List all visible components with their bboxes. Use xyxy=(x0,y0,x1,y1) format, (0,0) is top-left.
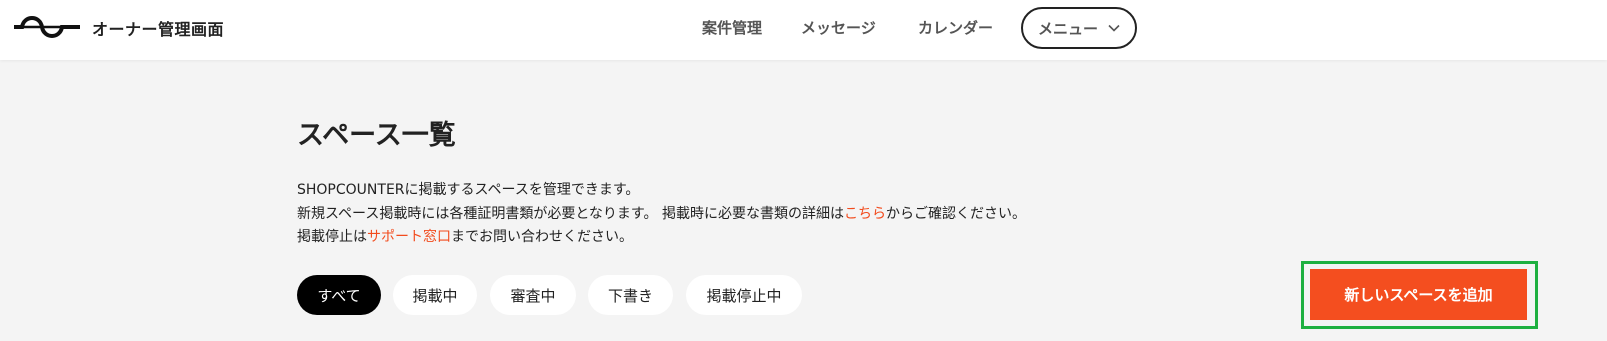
page-title: スペース一覧 xyxy=(297,120,456,151)
chevron-down-icon xyxy=(1108,24,1120,32)
brand-title[interactable]: オーナー管理画面 xyxy=(92,16,224,40)
description-text: 掲載停止は xyxy=(297,229,367,245)
add-space-button[interactable]: 新しいスペースを追加 xyxy=(1310,269,1527,320)
top-header: オーナー管理画面 案件管理 メッセージ カレンダー メニュー xyxy=(0,0,1607,60)
nav-item-messages[interactable]: メッセージ xyxy=(801,17,876,38)
filter-draft[interactable]: 下書き xyxy=(588,275,673,315)
menu-button[interactable]: メニュー xyxy=(1021,7,1137,49)
page-description: SHOPCOUNTERに掲載するスペースを管理できます。 新規スペース掲載時には… xyxy=(297,179,1026,250)
wave-logo-icon[interactable] xyxy=(14,15,80,39)
menu-button-label: メニュー xyxy=(1037,19,1098,38)
filter-under-review[interactable]: 審査中 xyxy=(490,275,576,315)
description-line-1: SHOPCOUNTERに掲載するスペースを管理できます。 xyxy=(297,182,640,198)
filter-published[interactable]: 掲載中 xyxy=(393,275,477,315)
nav-item-projects[interactable]: 案件管理 xyxy=(702,17,762,38)
filter-all[interactable]: すべて xyxy=(297,275,381,315)
description-line-3: 掲載停止はサポート窓口までお問い合わせください。 xyxy=(297,226,1026,250)
documents-details-link[interactable]: こちら xyxy=(844,206,886,222)
description-text: からご確認ください。 xyxy=(885,205,1026,222)
description-text: 新規スペース掲載時には各種証明書類が必要となります。 掲載時に必要な書類の詳細は xyxy=(297,205,844,222)
description-text: までお問い合わせください。 xyxy=(451,229,633,245)
filter-suspended[interactable]: 掲載停止中 xyxy=(686,275,802,315)
support-contact-link[interactable]: サポート窓口 xyxy=(367,229,451,245)
nav-item-calendar[interactable]: カレンダー xyxy=(918,17,993,38)
description-line-2: 新規スペース掲載時には各種証明書類が必要となります。 掲載時に必要な書類の詳細は… xyxy=(297,203,1026,227)
